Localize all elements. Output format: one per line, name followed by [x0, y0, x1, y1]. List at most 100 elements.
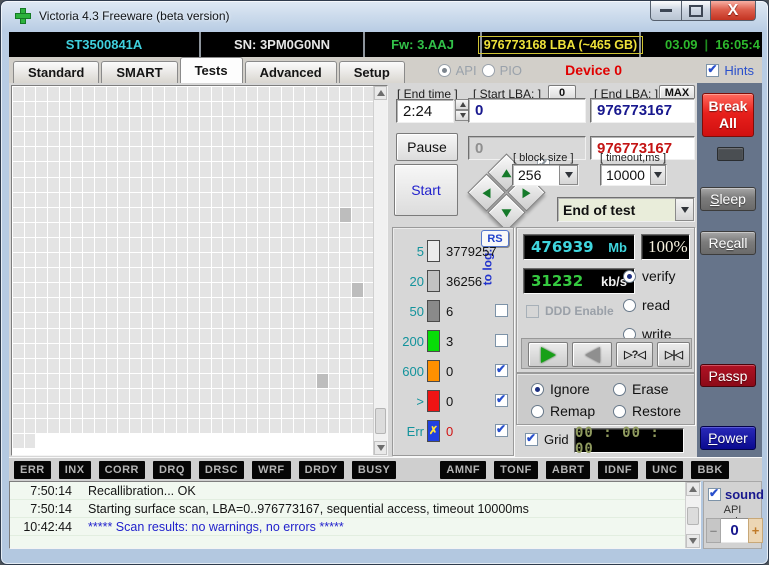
tab-setup[interactable]: Setup [339, 61, 405, 83]
start-button[interactable]: Start [394, 164, 458, 216]
scan-cell [177, 117, 188, 131]
back-button[interactable] [572, 342, 612, 367]
play-button[interactable] [528, 342, 568, 367]
scan-cell [83, 268, 94, 282]
end-action-select[interactable]: End of test [557, 197, 695, 222]
grid-checkbox[interactable]: ✔ [525, 433, 538, 446]
scan-cell [48, 359, 59, 373]
decrement-button[interactable]: – [706, 518, 721, 543]
maximize-button[interactable] [682, 1, 711, 21]
seek-end-button[interactable]: ▷|◁ [657, 342, 690, 367]
ddd-enable-checkbox[interactable] [526, 305, 539, 318]
defect-remap[interactable]: Remap [531, 403, 595, 419]
scan-cell [36, 238, 47, 252]
scan-cell [282, 404, 293, 418]
log-filter-checkbox-50[interactable] [495, 304, 508, 317]
defect-ignore[interactable]: Ignore [531, 381, 590, 397]
radio-erase[interactable] [613, 383, 626, 396]
log-filter-checkbox->[interactable]: ✔ [495, 394, 508, 407]
dropdown-button[interactable] [650, 165, 666, 185]
passp-button[interactable]: Passp [700, 364, 756, 387]
api-radio[interactable] [438, 64, 451, 77]
scan-cell [270, 374, 281, 388]
scan-cell [247, 298, 258, 312]
scan-cell [282, 374, 293, 388]
scroll-up-button[interactable] [374, 86, 387, 100]
end-lba-input[interactable]: 976773167 [590, 98, 695, 123]
scroll-up-button[interactable] [686, 482, 700, 496]
drive-model[interactable]: ST3500841A [9, 32, 201, 57]
mode-verify[interactable]: verify [623, 268, 675, 284]
minimize-button[interactable] [650, 1, 682, 21]
scan-map-scrollbar[interactable] [373, 86, 387, 455]
scan-cell [130, 253, 141, 267]
scan-cell [60, 132, 71, 146]
increment-button[interactable]: + [748, 518, 763, 543]
block-size-select[interactable]: 256 [512, 164, 579, 186]
tab-smart[interactable]: SMART [101, 61, 177, 83]
dropdown-button[interactable] [675, 198, 694, 221]
scan-cell [130, 132, 141, 146]
tab-standard[interactable]: Standard [13, 61, 99, 83]
tab-tests[interactable]: Tests [180, 57, 243, 83]
radio-restore[interactable] [613, 405, 626, 418]
start-lba-input[interactable]: 0 [468, 98, 586, 123]
scan-cell [223, 329, 234, 343]
scrollbar-thumb[interactable] [375, 408, 386, 434]
scan-cell [13, 344, 24, 358]
scan-cell [165, 238, 176, 252]
hints-label: Hints [724, 63, 754, 78]
mode-read[interactable]: read [623, 297, 675, 313]
scan-cell [340, 344, 351, 358]
scroll-down-button[interactable] [686, 534, 700, 548]
defect-restore[interactable]: Restore [613, 403, 681, 419]
log-filter-checkbox-600[interactable]: ✔ [495, 364, 508, 377]
scan-cell [247, 268, 258, 282]
scroll-down-button[interactable] [374, 441, 387, 455]
sleep-button[interactable]: Sleep [700, 187, 756, 211]
log-entries: 7:50:14Recallibration... OK7:50:14Starti… [10, 482, 700, 536]
scan-cell [118, 298, 129, 312]
timeout-select[interactable]: 10000 [600, 164, 667, 186]
scan-cell [282, 344, 293, 358]
end-time-field[interactable]: 2:24 [396, 99, 454, 123]
pause-button[interactable]: Pause [396, 133, 458, 161]
scan-cell [13, 374, 24, 388]
scan-cell [235, 178, 246, 192]
log-filter-checkbox-Err[interactable]: ✔ [495, 424, 508, 437]
radio-remap[interactable] [531, 405, 544, 418]
pio-radio[interactable] [482, 64, 495, 77]
check-icon: ✔ [496, 392, 506, 406]
log-scrollbar[interactable] [685, 482, 700, 548]
scan-cell [200, 389, 211, 403]
scrollbar-thumb[interactable] [687, 507, 699, 525]
radio-ignore[interactable] [531, 383, 544, 396]
scan-cell [223, 344, 234, 358]
legend-label: 600 [397, 364, 424, 379]
sound-checkbox[interactable]: ✔ [708, 488, 721, 501]
break-all-button[interactable]: Break All [702, 93, 754, 137]
dropdown-button[interactable] [559, 165, 578, 185]
scan-cell [177, 208, 188, 222]
log-filter-checkbox-200[interactable] [495, 334, 508, 347]
radio-verify[interactable] [623, 270, 636, 283]
close-button[interactable]: X [711, 1, 756, 21]
scan-cell [329, 223, 340, 237]
defect-erase[interactable]: Erase [613, 381, 669, 397]
scan-cell [305, 313, 316, 327]
scan-cell [270, 329, 281, 343]
tab-advanced[interactable]: Advanced [245, 61, 337, 83]
hints-checkbox[interactable]: ✔ [706, 64, 719, 77]
scan-cell [294, 132, 305, 146]
scan-cell [83, 162, 94, 176]
title-bar[interactable]: Victoria 4.3 Freeware (beta version) X [1, 1, 768, 31]
scan-cell [36, 223, 47, 237]
scan-cell [294, 253, 305, 267]
radio-read[interactable] [623, 299, 636, 312]
scan-cell [60, 283, 71, 297]
seek-question-button[interactable]: ▷?◁ [616, 342, 653, 367]
recall-button[interactable]: Recall [700, 231, 756, 255]
scan-cell [142, 132, 153, 146]
power-button[interactable]: Power [700, 426, 756, 450]
scan-cell [142, 359, 153, 373]
